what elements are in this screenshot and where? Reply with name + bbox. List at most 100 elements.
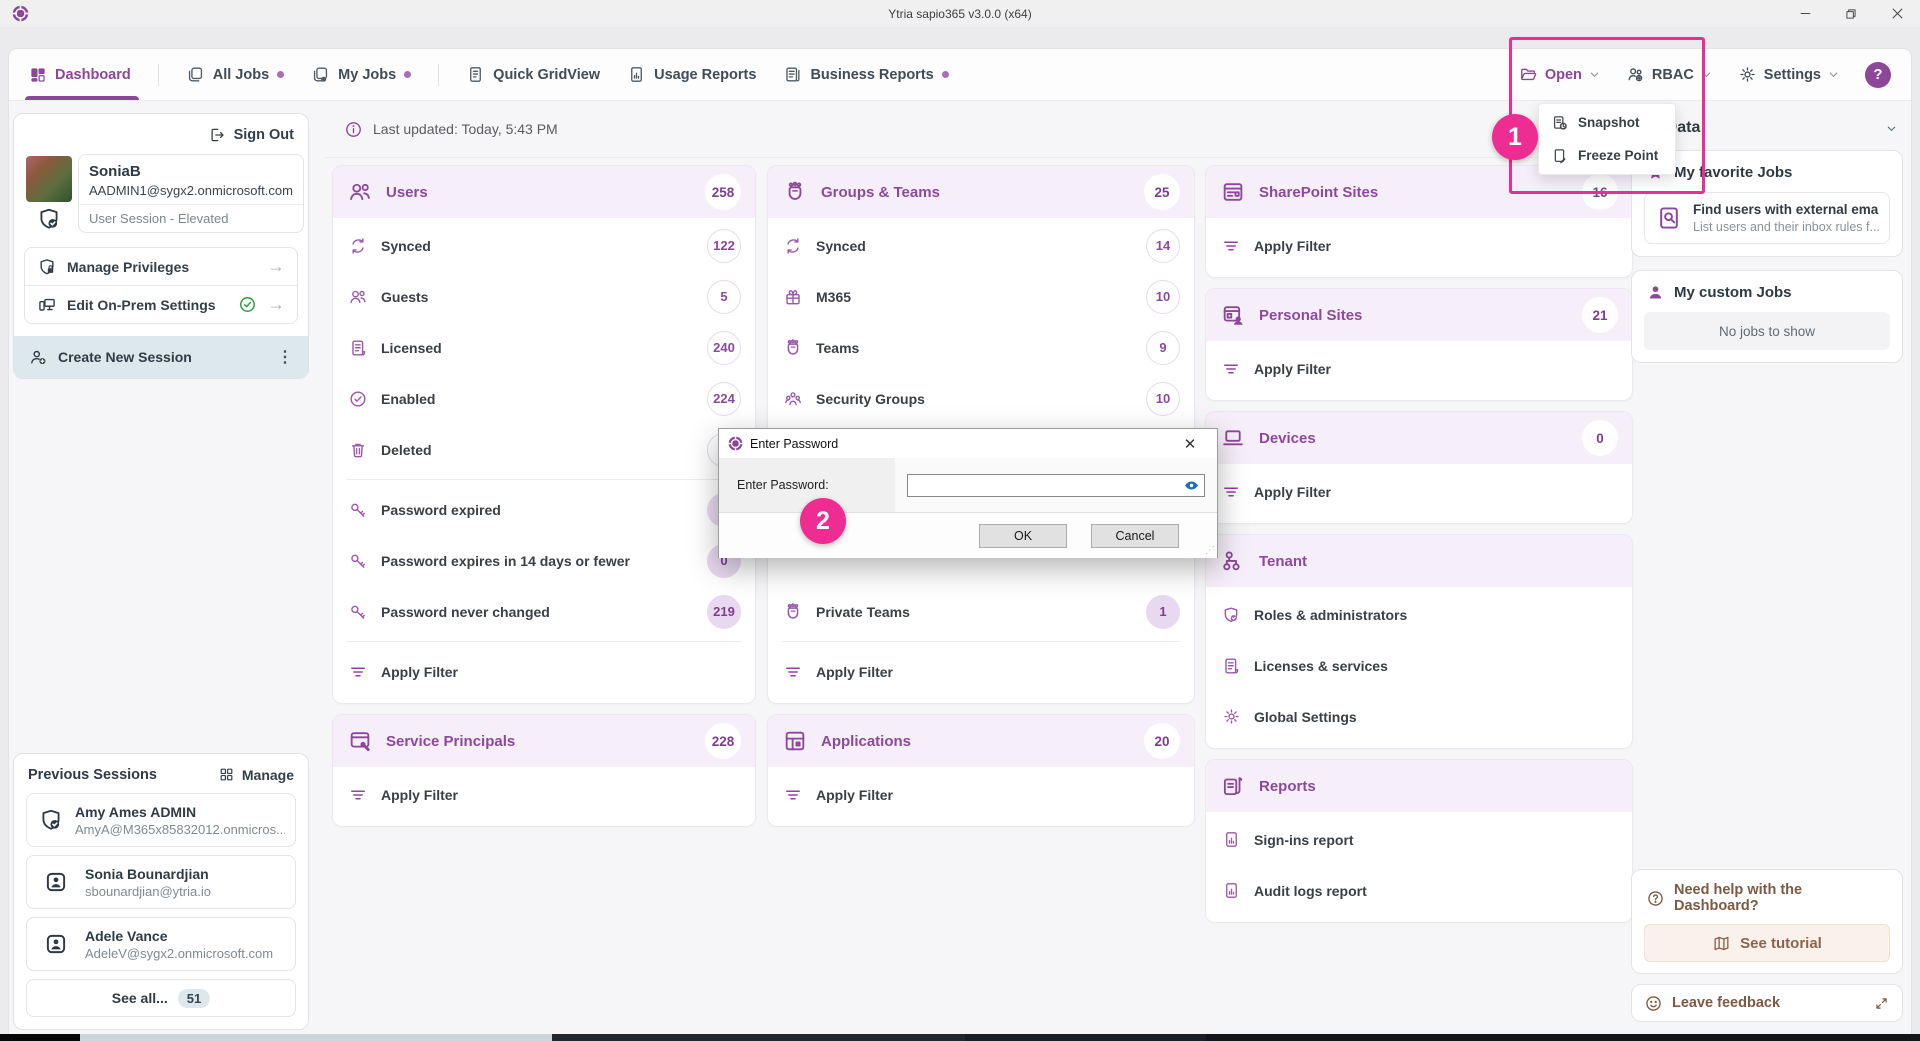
previous-session-item[interactable]: Amy Ames ADMIN AmyA@M365x85832012.onmicr… [26,793,296,847]
card-row[interactable]: Guests5 [333,271,755,322]
apply-filter-button[interactable]: Apply Filter [333,646,755,697]
service-principals-card-header[interactable]: Service Principals 228 [333,715,755,767]
doc-lines-icon [783,65,802,84]
favorite-job-item[interactable]: Find users with external email ... List … [1644,192,1890,244]
tab-all-jobs[interactable]: All Jobs [186,49,284,100]
card-row[interactable]: Licensed240 [333,322,755,373]
tenant-card-header[interactable]: Tenant [1206,535,1632,587]
groups-teams-card-header[interactable]: Groups & Teams 25 [768,166,1194,218]
card-title: Tenant [1259,553,1307,570]
settings-button[interactable]: Settings [1738,65,1839,84]
edit-onprem-settings-button[interactable]: Edit On-Prem Settings → [25,285,297,323]
personal-sites-card: Personal Sites 21 Apply Filter [1205,288,1633,401]
person-add-icon [28,347,48,367]
card-row[interactable]: Password expired0 [333,484,755,535]
card-row[interactable]: Password expires in 14 days or fewer0 [333,535,755,586]
my-data-header[interactable]: My Data [1639,119,1897,137]
card-row[interactable]: Licenses & services [1206,640,1632,691]
ok-button[interactable]: OK [979,524,1067,548]
documents-icon [1220,773,1246,799]
card-row[interactable]: Sign-ins report [1206,814,1632,865]
card-row[interactable]: Password never changed219 [333,586,755,637]
kebab-menu-icon[interactable]: ⋮ [277,347,294,367]
card-row[interactable]: Deleted1 [333,424,755,475]
previous-session-item[interactable]: Adele Vance AdeleV@sygx2.onmicrosoft.com [26,917,296,971]
previous-session-item[interactable]: Sonia Bounardjian sbounardjian@ytria.io [26,855,296,909]
card-row[interactable]: Audit logs report [1206,865,1632,916]
shield-check-icon [1220,605,1242,625]
cancel-button[interactable]: Cancel [1091,524,1179,548]
dialog-close-button[interactable]: ✕ [1172,429,1208,458]
expand-icon[interactable] [1873,995,1890,1012]
help-button[interactable]: ? [1865,62,1891,88]
devices-card-header[interactable]: Devices 0 [1206,412,1632,464]
see-tutorial-button[interactable]: See tutorial [1644,924,1890,962]
row-label: Sign-ins report [1254,832,1354,848]
tab-dashboard[interactable]: Dashboard [29,49,131,100]
count-badge: 240 [707,331,741,365]
trash-icon [347,440,369,460]
open-button[interactable]: Open [1519,65,1600,84]
create-new-session-button[interactable]: Create New Session ⋮ [14,336,308,378]
manage-sessions-button[interactable]: Manage [218,766,294,783]
card-title: Groups & Teams [821,184,940,201]
help-question-label: Need help with the Dashboard? [1674,882,1890,914]
apply-filter-button[interactable]: Apply Filter [333,769,755,820]
card-row[interactable]: Enabled224 [333,373,755,424]
card-row[interactable]: Synced14 [768,220,1194,271]
apply-filter-button[interactable]: Apply Filter [1206,343,1632,394]
apply-filter-label: Apply Filter [816,787,893,803]
window-title: Ytria sapio365 v3.0.0 (x64) [0,7,1920,21]
apply-filter-button[interactable]: Apply Filter [768,769,1194,820]
count-badge: 10 [1146,280,1180,314]
card-row[interactable]: Security Groups10 [768,373,1194,424]
apply-filter-button[interactable]: Apply Filter [1206,220,1632,271]
eye-icon[interactable] [1183,477,1200,494]
window-titlebar: Ytria sapio365 v3.0.0 (x64) [0,0,1920,27]
help-card: Need help with the Dashboard? See tutori… [1631,869,1903,974]
see-all-sessions-button[interactable]: See all... 51 [26,979,296,1017]
row-label: Private Teams [816,604,910,620]
favorite-jobs-title: My favorite Jobs [1674,164,1792,181]
sync-icon [347,236,369,256]
count-badge: 14 [1146,229,1180,263]
search-doc-icon [1655,204,1683,232]
card-row[interactable]: Teams9 [768,322,1194,373]
gear-icon [1220,707,1242,726]
create-new-session-label: Create New Session [58,349,192,365]
reports-card-header[interactable]: Reports [1206,760,1632,812]
sign-out-button[interactable]: Sign Out [14,114,308,150]
team-icon [782,335,804,361]
sign-out-icon [208,126,226,144]
tab-label: Dashboard [55,67,131,83]
card-row[interactable]: M36510 [768,271,1194,322]
new-indicator-dot [277,71,284,78]
browser-icon [1220,179,1246,205]
menu-item-snapshot[interactable]: Snapshot [1539,106,1675,139]
applications-card-header[interactable]: Applications 20 [768,715,1194,767]
tab-label: My Jobs [338,67,396,83]
menu-item-freeze-point[interactable]: Freeze Point [1539,139,1675,172]
personal-sites-card-header[interactable]: Personal Sites 21 [1206,289,1632,341]
tab-quick-gridview[interactable]: Quick GridView [466,49,600,100]
tab-business-reports[interactable]: Business Reports [783,49,948,100]
tab-usage-reports[interactable]: Usage Reports [627,49,756,100]
card-row[interactable]: Private Teams1 [768,586,1194,637]
leave-feedback-button[interactable]: Leave feedback [1631,984,1903,1022]
left-sidebar: Sign Out SoniaB AADMIN1@sygx2.onmicrosof… [13,113,309,1034]
resize-grip[interactable]: ⋰ [1205,546,1215,556]
card-title: Reports [1259,778,1316,795]
card-count-badge: 16 [1582,174,1618,210]
gear-icon [1738,65,1757,84]
card-row[interactable]: Roles & administrators [1206,589,1632,640]
card-title: Service Principals [386,733,515,750]
password-input[interactable] [908,475,1183,496]
apply-filter-button[interactable]: Apply Filter [1206,466,1632,517]
rbac-button[interactable]: RBAC [1626,65,1712,84]
card-row[interactable]: Synced122 [333,220,755,271]
card-row[interactable]: Global Settings [1206,691,1632,742]
users-card-header[interactable]: Users 258 [333,166,755,218]
tab-my-jobs[interactable]: My Jobs [311,49,411,100]
manage-privileges-button[interactable]: Manage Privileges → [25,248,297,285]
apply-filter-button[interactable]: Apply Filter [768,646,1194,697]
